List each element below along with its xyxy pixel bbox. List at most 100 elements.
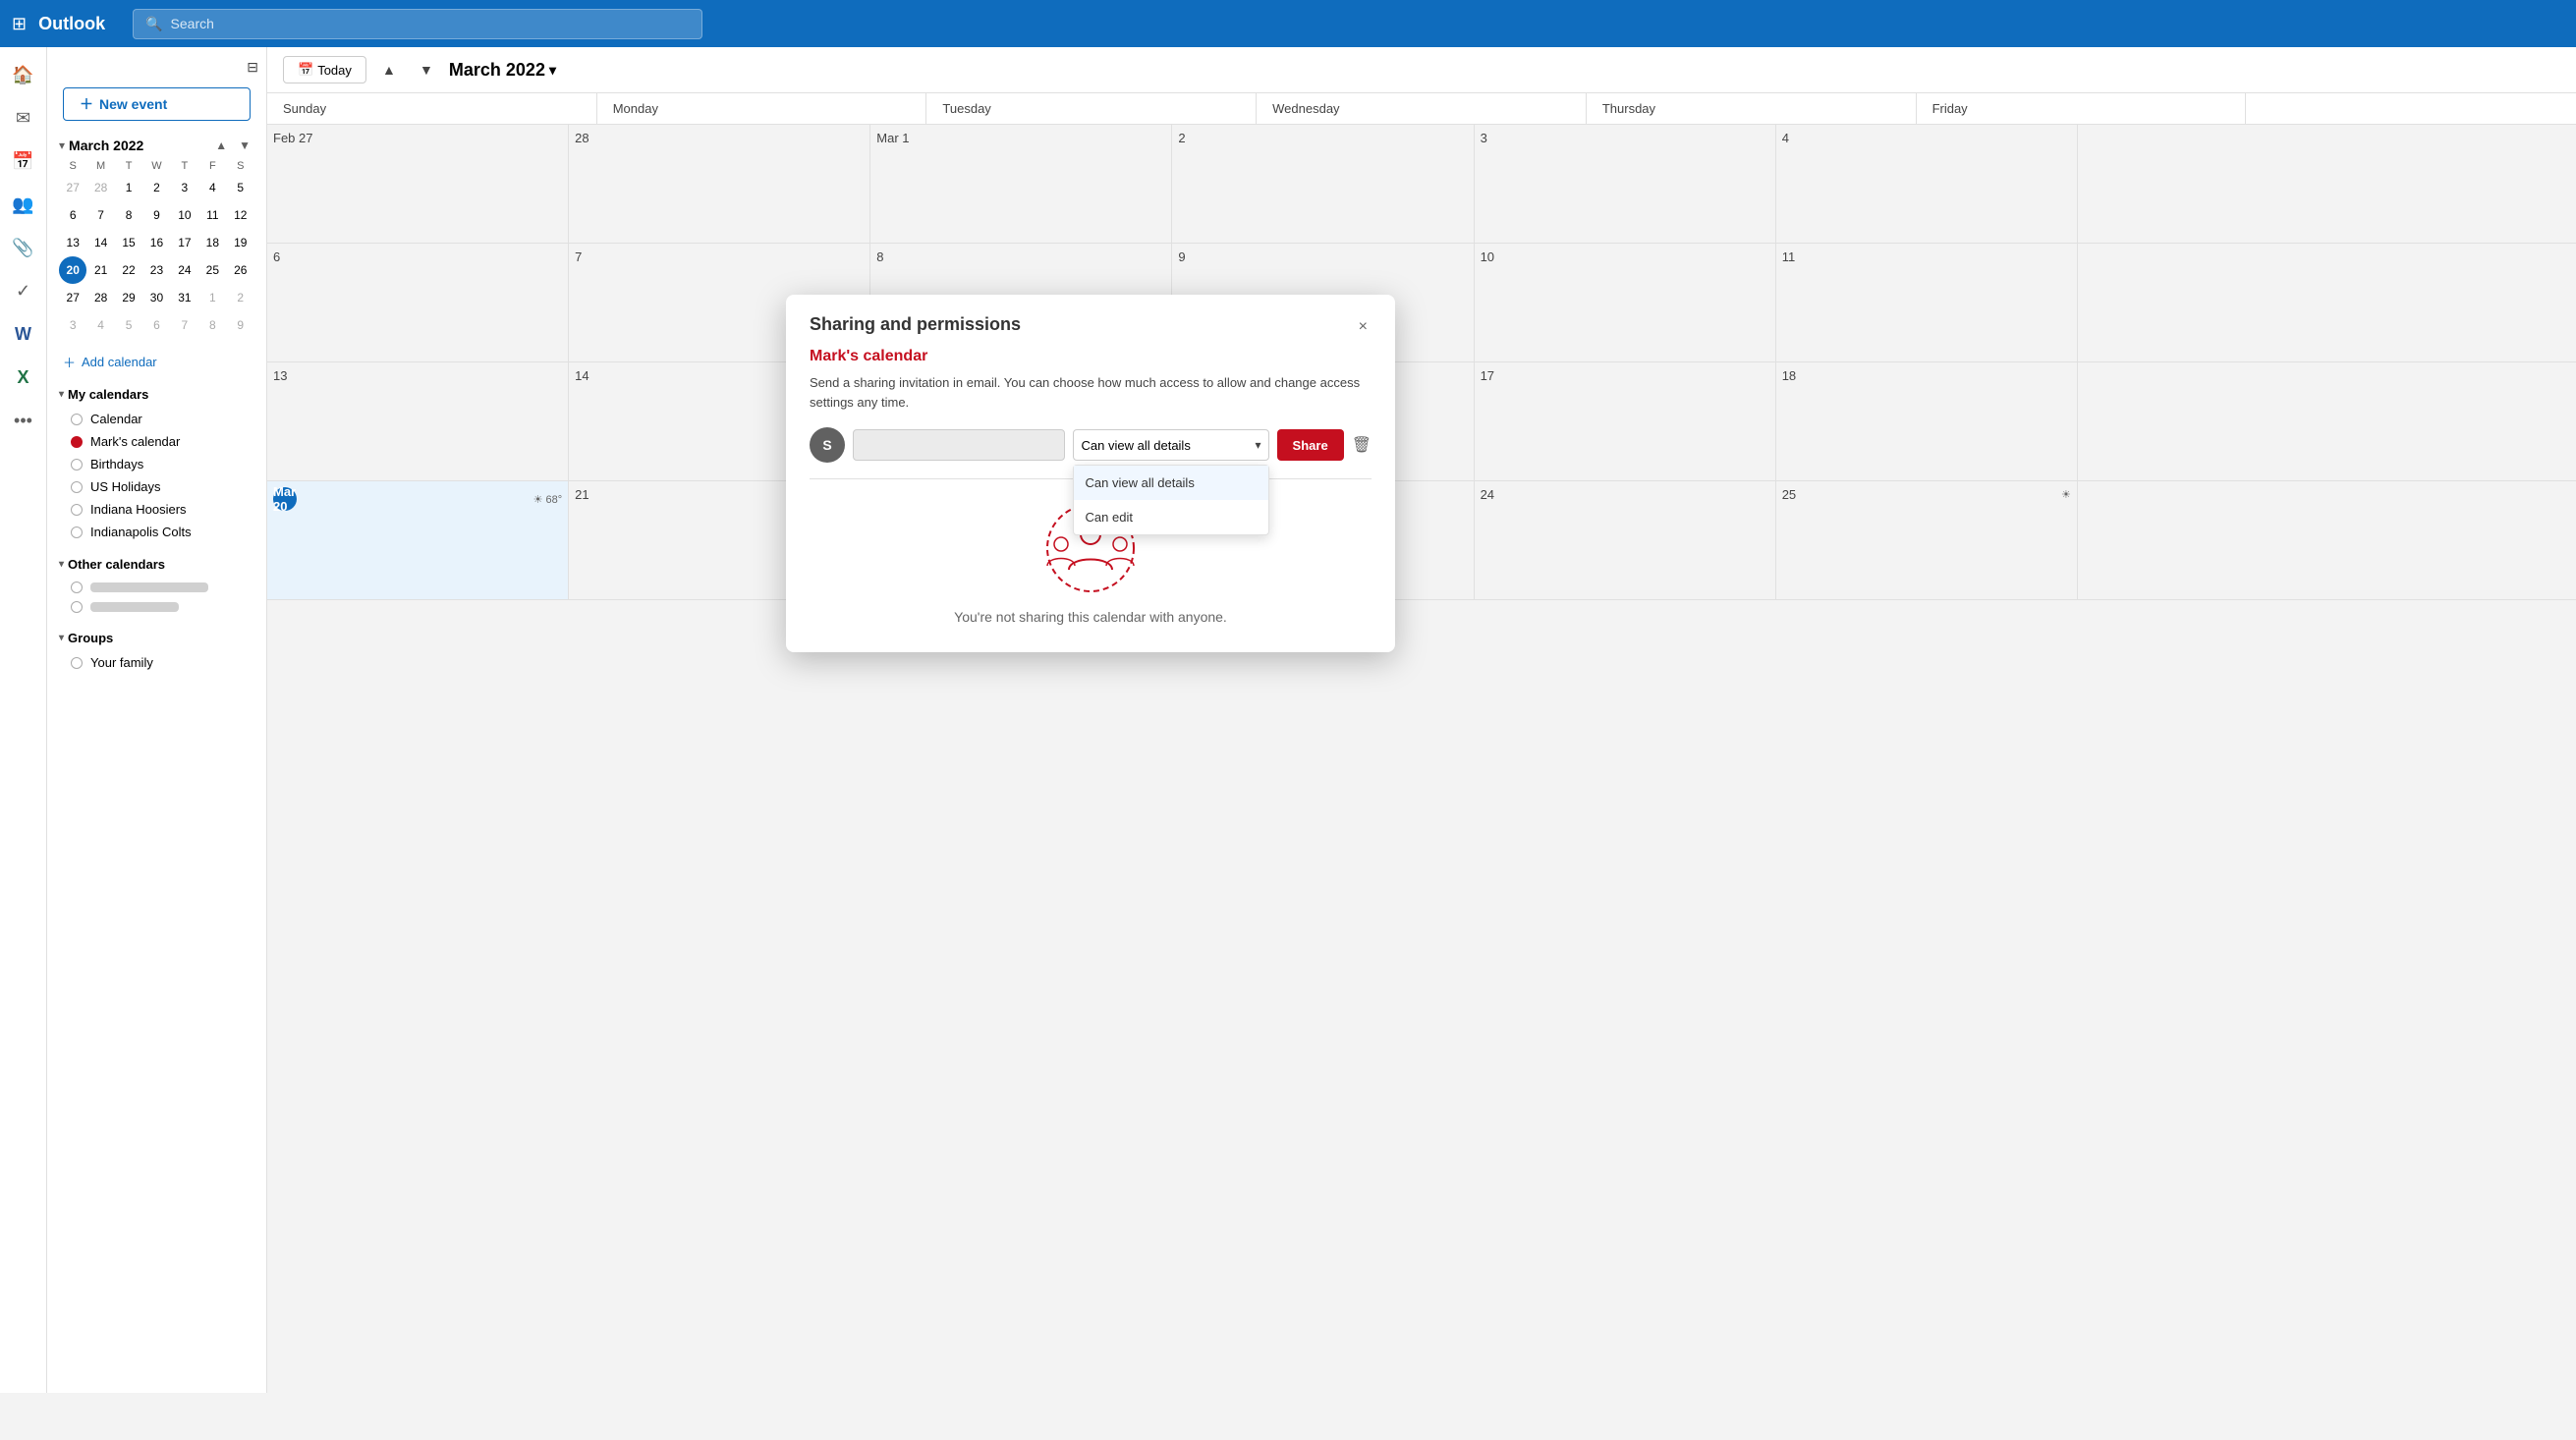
search-input[interactable] [171,16,691,31]
share-email-input[interactable] [853,429,1065,461]
month-label[interactable]: March 2022 ▾ [449,60,556,81]
sidebar-item-marks-calendar[interactable]: Mark's calendar [47,430,266,453]
mini-cal-day[interactable]: 31 [171,284,198,311]
sidebar-item-word[interactable]: W [4,314,43,354]
mini-cal-day[interactable]: 28 [86,174,114,201]
day-cell[interactable]: 24 [1475,481,1776,599]
sidebar-item-excel[interactable]: X [4,358,43,397]
mini-cal-day[interactable]: 1 [115,174,142,201]
search-box[interactable]: 🔍 [133,9,702,39]
day-cell[interactable]: 17 [1475,362,1776,480]
sidebar-item-home[interactable]: 🏠 [4,55,43,94]
mini-cal-day[interactable]: 27 [59,284,86,311]
mini-cal-day[interactable]: 6 [59,201,86,229]
today-button[interactable]: 📅 Today [283,56,366,83]
mini-cal-prev[interactable]: ▲ [211,137,231,154]
day-cell[interactable]: 3 [1475,125,1776,243]
other-calendars-header[interactable]: ▾ Other calendars [47,551,266,578]
mini-cal-day[interactable]: 29 [115,284,142,311]
mini-cal-day[interactable]: 17 [171,229,198,256]
my-calendars-header[interactable]: ▾ My calendars [47,381,266,408]
mini-cal-day[interactable]: 22 [115,256,142,284]
day-cell-today[interactable]: Mar 20 ☀ 68° [267,481,569,599]
mini-cal-day[interactable]: 23 [142,256,170,284]
day-cell[interactable]: 4 [1776,125,2078,243]
day-cell[interactable]: 18 [1776,362,2078,480]
next-month-button[interactable]: ▼ [412,55,441,84]
sidebar-item-people[interactable]: 👥 [4,185,43,224]
mini-cal-title[interactable]: March 2022 [69,138,143,153]
mini-cal-day[interactable]: 3 [59,311,86,339]
mini-cal-day[interactable]: 13 [59,229,86,256]
sidebar-item-calendar[interactable]: 📅 [4,141,43,181]
day-cell[interactable]: 28 [569,125,870,243]
mini-cal-day[interactable]: 8 [198,311,226,339]
sidebar-item-attach[interactable]: 📎 [4,228,43,267]
mini-cal-day[interactable]: 18 [198,229,226,256]
groups-header[interactable]: ▾ Groups [47,625,266,651]
mini-cal-day[interactable]: 6 [142,311,170,339]
mini-cal-day[interactable]: 27 [59,174,86,201]
sidebar-item-indiana-hoosiers[interactable]: Indiana Hoosiers [47,498,266,521]
waffle-icon[interactable]: ⊞ [12,14,27,34]
share-button[interactable]: Share [1277,429,1344,461]
mini-cal-day[interactable]: 30 [142,284,170,311]
day-cell[interactable] [2078,481,2380,599]
mini-cal-day[interactable]: 25 [198,256,226,284]
day-cell[interactable]: 13 [267,362,569,480]
mini-cal-day[interactable]: 21 [86,256,114,284]
mini-cal-day[interactable]: 8 [115,201,142,229]
mini-cal-day[interactable]: 2 [227,284,254,311]
add-calendar-btn[interactable]: ＋ Add calendar [47,347,266,377]
mini-cal-day[interactable]: 1 [198,284,226,311]
mini-cal-next[interactable]: ▼ [235,137,254,154]
sidebar-item-indianapolis-colts[interactable]: Indianapolis Colts [47,521,266,543]
dropdown-item-view-all[interactable]: Can view all details [1074,466,1268,500]
day-cell[interactable]: 25 ☀ [1776,481,2078,599]
mini-cal-day[interactable]: 24 [171,256,198,284]
mini-cal-collapse[interactable]: ▾ [59,138,65,152]
day-cell[interactable]: 2 [1172,125,1474,243]
mini-cal-day[interactable]: 10 [171,201,198,229]
mini-cal-day[interactable]: 4 [86,311,114,339]
dropdown-item-can-edit[interactable]: Can edit [1074,500,1268,534]
mini-cal-day[interactable]: 26 [227,256,254,284]
day-cell[interactable]: 11 [1776,244,2078,361]
mini-cal-day[interactable]: 3 [171,174,198,201]
collapse-sidebar-btn[interactable]: ⊟ [247,59,258,76]
sidebar-item-your-family[interactable]: Your family [47,651,266,674]
sidebar-item-other-1[interactable] [47,578,266,597]
permission-select[interactable]: Can view all details Can edit [1073,429,1269,461]
mini-cal-day[interactable]: 5 [227,174,254,201]
day-cell[interactable]: Feb 27 [267,125,569,243]
sidebar-item-mail[interactable]: ✉ [4,98,43,138]
day-cell[interactable] [2078,244,2380,361]
day-cell[interactable]: Mar 1 [870,125,1172,243]
mini-cal-day[interactable]: 9 [142,201,170,229]
mini-cal-day[interactable]: 5 [115,311,142,339]
mini-cal-day[interactable]: 12 [227,201,254,229]
sidebar-item-us-holidays[interactable]: US Holidays [47,475,266,498]
mini-cal-day[interactable]: 14 [86,229,114,256]
mini-cal-day[interactable]: 15 [115,229,142,256]
sidebar-item-more[interactable]: ••• [4,401,43,440]
sidebar-item-todo[interactable]: ✓ [4,271,43,310]
mini-cal-day[interactable]: 9 [227,311,254,339]
new-event-button[interactable]: ＋ New event [63,87,251,121]
mini-cal-day[interactable]: 2 [142,174,170,201]
sidebar-item-other-2[interactable] [47,597,266,617]
mini-cal-day[interactable]: 4 [198,174,226,201]
mini-cal-day[interactable]: 19 [227,229,254,256]
mini-cal-day[interactable]: 28 [86,284,114,311]
day-cell[interactable]: 6 [267,244,569,361]
day-cell[interactable]: 10 [1475,244,1776,361]
mini-cal-day[interactable]: 16 [142,229,170,256]
mini-cal-day[interactable]: 7 [86,201,114,229]
mini-cal-day[interactable]: 20 [59,256,86,284]
mini-cal-day[interactable]: 11 [198,201,226,229]
modal-close-button[interactable]: × [1355,314,1372,340]
delete-icon-button[interactable]: 🗑 [1352,435,1372,455]
sidebar-item-birthdays[interactable]: Birthdays [47,453,266,475]
sidebar-item-calendar-item[interactable]: Calendar [47,408,266,430]
day-cell[interactable] [2078,362,2380,480]
